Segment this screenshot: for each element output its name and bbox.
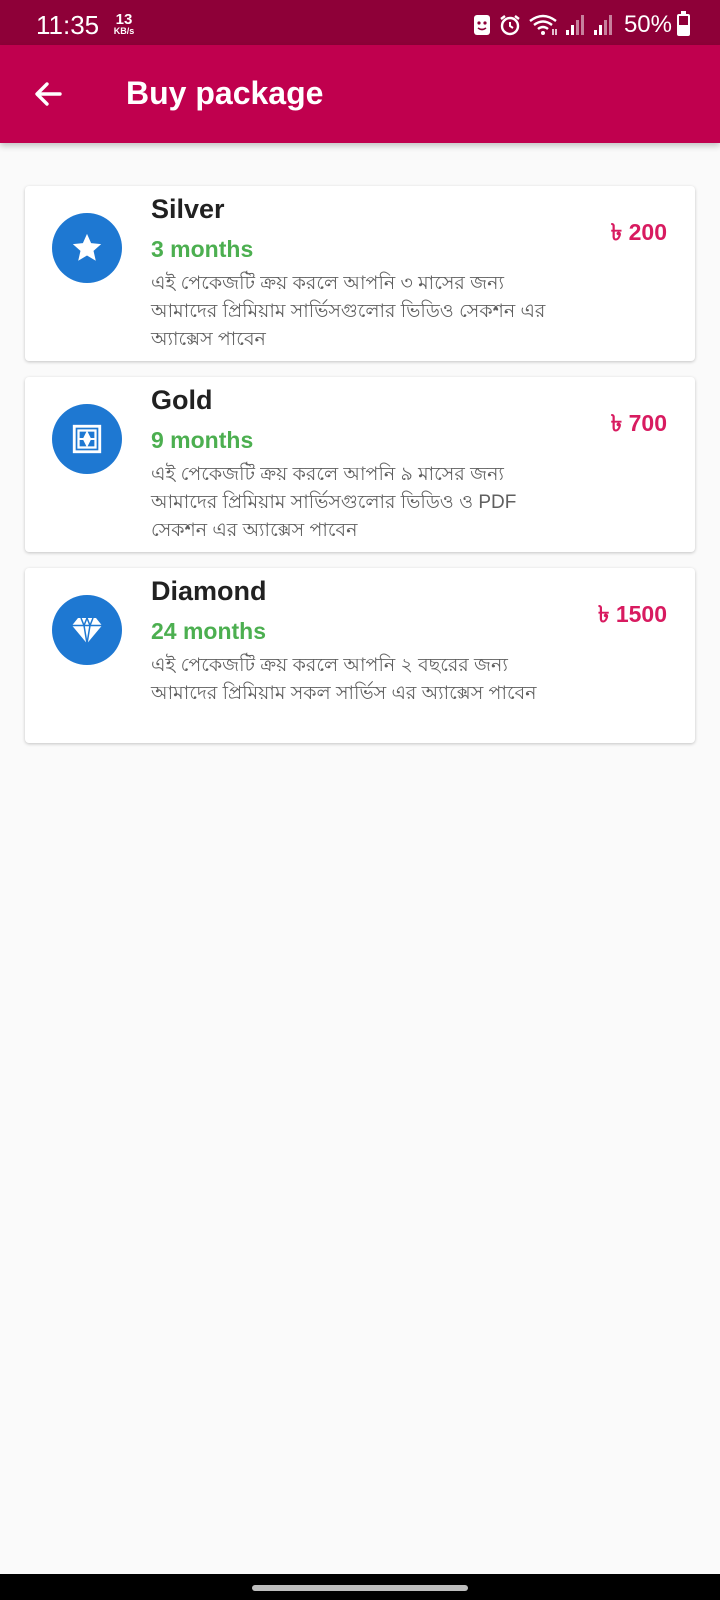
star-icon [52, 213, 122, 283]
package-price: ৳ 1500 [597, 601, 667, 627]
network-speed-unit: KB/s [113, 26, 135, 36]
app-bar: Buy package [0, 45, 720, 143]
gold-frame-icon [52, 404, 122, 474]
wifi-icon [528, 13, 558, 37]
package-description: এই পেকেজটি ক্রয় করলে আপনি ২ বছরের জন্য … [151, 655, 537, 704]
package-name: Gold [151, 385, 213, 415]
package-duration: 24 months [151, 618, 267, 644]
diamond-icon [52, 595, 122, 665]
package-card-gold[interactable]: Gold 9 months এই পেকেজটি ক্রয় করলে আপনি… [25, 377, 695, 552]
package-name: Diamond [151, 576, 267, 606]
package-description: এই পেকেজটি ক্রয় করলে আপনি ৯ মাসের জন্য … [151, 464, 517, 541]
signal-icon [592, 13, 614, 37]
signal-icon [564, 13, 586, 37]
status-bar: 11:35 13 KB/s 50% [0, 0, 720, 45]
battery-percentage: 50% [623, 11, 672, 38]
status-icons: 50% [472, 11, 672, 39]
package-card-silver[interactable]: Silver 3 months এই পেকেজটি ক্রয় করলে আপ… [25, 186, 695, 361]
package-duration: 9 months [151, 427, 254, 453]
back-button[interactable] [20, 69, 76, 119]
status-time: 11:35 [36, 10, 100, 40]
home-gesture-handle[interactable] [252, 1585, 468, 1591]
network-speed-value: 13 [115, 11, 133, 28]
package-price: ৳ 200 [610, 219, 667, 245]
arrow-left-icon [35, 82, 62, 106]
battery-icon [677, 11, 690, 36]
page-title: Buy package [126, 75, 324, 111]
package-duration: 3 months [151, 236, 254, 262]
package-description: এই পেকেজটি ক্রয় করলে আপনি ৩ মাসের জন্য … [151, 273, 546, 350]
face-lock-icon [472, 13, 492, 37]
network-speed: 13 KB/s [110, 12, 138, 36]
package-list: Silver 3 months এই পেকেজটি ক্রয় করলে আপ… [25, 186, 695, 759]
alarm-icon [498, 13, 522, 37]
package-price: ৳ 700 [610, 410, 667, 436]
system-navigation-bar [0, 1574, 720, 1600]
package-name: Silver [151, 194, 225, 224]
package-card-diamond[interactable]: Diamond 24 months এই পেকেজটি ক্রয় করলে … [25, 568, 695, 743]
